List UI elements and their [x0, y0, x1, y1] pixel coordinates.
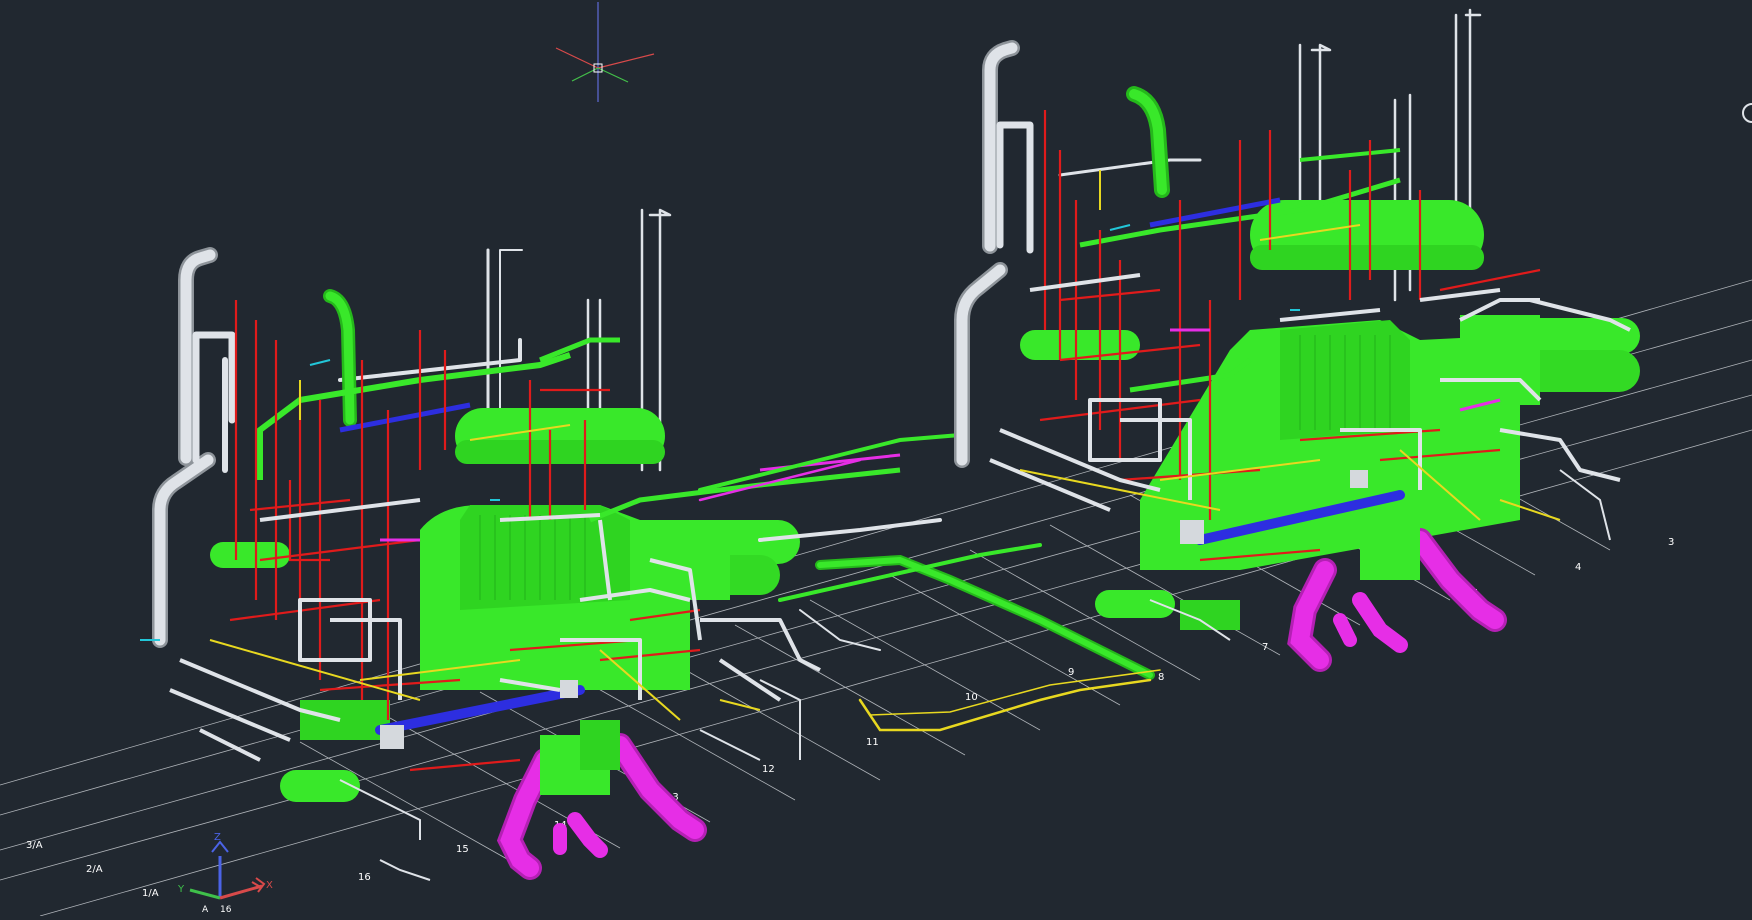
cad-model-viewport[interactable]: 3 4 5 6 7 8 9 10 11 12 13 14 15 16 3/A 2/A 1/A A 16: [0, 0, 1752, 917]
grid-column-label: 10: [965, 692, 978, 703]
grid-column-label: 4: [1575, 562, 1581, 573]
grid-corner-label: 16: [220, 905, 232, 915]
grid-column-label: 3: [1668, 537, 1674, 548]
grid-column-label: 9: [1068, 667, 1074, 678]
grid-row-label: 1/A: [142, 888, 159, 899]
grid-column-label: 8: [1158, 672, 1164, 683]
grid-row-label: 2/A: [86, 864, 103, 875]
left-separator-vessel[interactable]: [455, 408, 665, 464]
ucs-x-label: X: [266, 880, 273, 891]
ucs-z-label: Z: [214, 832, 221, 843]
grid-column-label: 16: [358, 872, 371, 883]
grid-column-label: 11: [866, 737, 879, 748]
grid-column-label: 12: [762, 764, 775, 775]
ucs-y-label: Y: [177, 884, 185, 895]
grid-column-label: 7: [1262, 642, 1268, 653]
grid-column-label: 15: [456, 844, 469, 855]
grid-row-label: 3/A: [26, 840, 43, 851]
grid-corner-label: A: [202, 905, 209, 915]
